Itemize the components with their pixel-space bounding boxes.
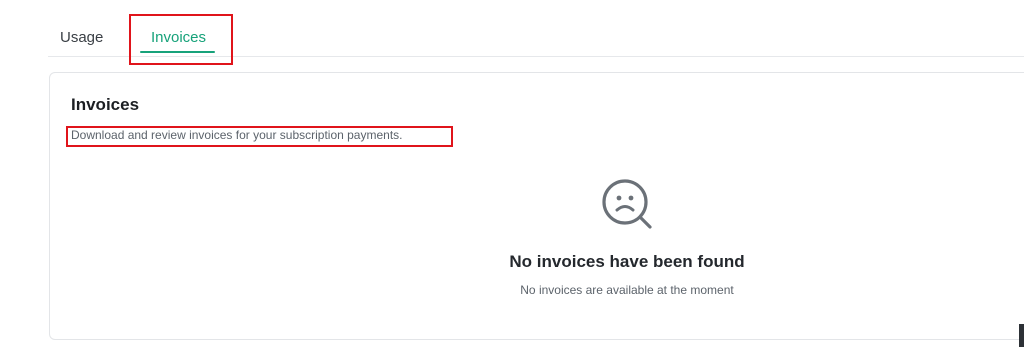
billing-page: Usage Invoices Invoices Download and rev… [0,0,1024,347]
empty-state-subtitle: No invoices are available at the moment [520,283,734,297]
tab-usage[interactable]: Usage [60,29,103,46]
invoices-card [49,72,1024,340]
highlight-box-invoices-tab [129,14,233,65]
empty-state-title: No invoices have been found [509,252,745,271]
card-title: Invoices [71,95,140,114]
highlight-box-subtitle [66,126,453,147]
sad-face-search-icon [602,179,652,229]
window-edge [1019,324,1024,347]
